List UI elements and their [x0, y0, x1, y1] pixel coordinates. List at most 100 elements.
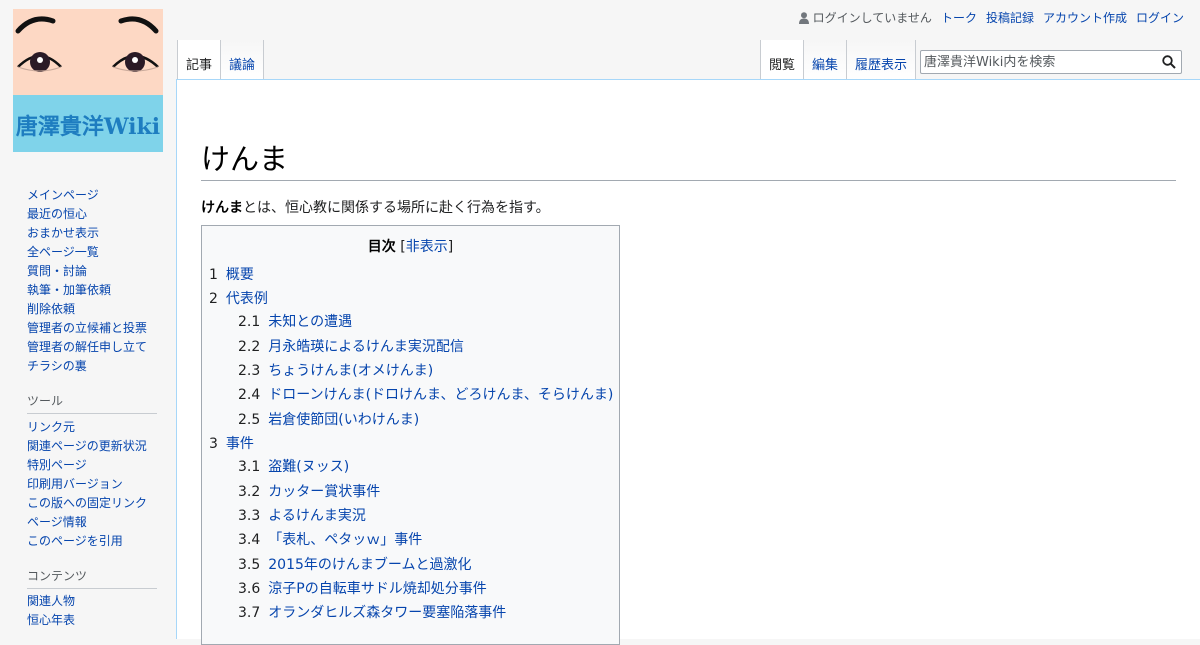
toc-item[interactable]: 3.7 オランダヒルズ森タワー要塞陥落事件: [238, 602, 506, 622]
tab-read[interactable]: 閲覧: [760, 40, 805, 80]
toc-item[interactable]: 2.4 ドローンけんま(ドロけんま、どろけんま、そらけんま): [238, 384, 613, 404]
sidebar-item-special-pages[interactable]: 特別ページ: [27, 456, 87, 473]
toc-item-number: 2.4: [238, 387, 261, 403]
site-logo[interactable]: 唐澤貴洋Wiki: [13, 9, 163, 152]
sidebar-item-main-page[interactable]: メインページ: [27, 186, 99, 203]
tab-read-label: 閲覧: [769, 58, 796, 73]
table-of-contents: 目次 [非表示] 1 概要 2 代表例 2.1 未知との遭遇 2.2 月永皓瑛によるけん…: [201, 225, 620, 645]
tab-article-label: 記事: [186, 58, 213, 73]
search-box: [920, 50, 1182, 74]
toc-item[interactable]: 3.2 カッター賞状事件: [238, 481, 380, 501]
toc-item-number: 3.5: [238, 557, 261, 573]
talk-link[interactable]: トーク: [941, 9, 977, 26]
sidebar-contents-heading: コンテンツ: [27, 567, 157, 589]
toc-item[interactable]: 2.2 月永皓瑛によるけんま実況配信: [238, 336, 464, 356]
toc-title: 目次: [367, 239, 396, 255]
sidebar-item-cite[interactable]: このページを引用: [27, 532, 123, 549]
toc-item-number: 2: [209, 291, 218, 307]
toc-item[interactable]: 3.3 よるけんま実況: [238, 505, 366, 525]
toc-header: 目次 [非表示]: [202, 236, 619, 256]
sidebar-item-related-changes[interactable]: 関連ページの更新状況: [27, 437, 147, 454]
sidebar-item-admin-removal[interactable]: 管理者の解任申し立て: [27, 338, 147, 355]
sidebar-item-recent-changes[interactable]: 最近の恒心: [27, 205, 87, 222]
toc-item-number: 2.2: [238, 339, 261, 355]
contributions-link[interactable]: 投稿記録: [986, 9, 1034, 26]
toc-item-link[interactable]: 岩倉使節団(いわけんま): [268, 412, 419, 428]
search-input[interactable]: [924, 52, 1154, 73]
sidebar-item-permalink[interactable]: この版への固定リンク: [27, 494, 147, 511]
toc-item[interactable]: 3.1 盗難(ヌッス): [238, 456, 349, 476]
search-icon[interactable]: [1162, 55, 1176, 69]
tab-discussion[interactable]: 議論: [221, 40, 265, 80]
sidebar-item-requests[interactable]: 執筆・加筆依頼: [27, 281, 111, 298]
tab-article[interactable]: 記事: [177, 40, 222, 80]
view-tabs: 閲覧 編集 履歴表示: [760, 40, 917, 80]
toc-item-number: 3.4: [238, 532, 261, 548]
toc-item-link[interactable]: 未知との遭遇: [268, 314, 352, 330]
toc-item-link[interactable]: オランダヒルズ森タワー要塞陥落事件: [268, 605, 506, 621]
toc-item-link[interactable]: 概要: [226, 267, 254, 283]
toc-item-link[interactable]: ドローンけんま(ドロけんま、どろけんま、そらけんま): [268, 387, 613, 403]
login-link[interactable]: ログイン: [1136, 9, 1184, 26]
page-title: けんま: [201, 136, 1176, 181]
sidebar-item-questions[interactable]: 質問・討論: [27, 262, 87, 279]
anon-text: ログインしていません: [812, 11, 932, 25]
toc-item-number: 3.2: [238, 484, 261, 500]
toc-item-number: 2.3: [238, 363, 261, 379]
sidebar-tools-heading: ツール: [27, 392, 157, 414]
toc-bracket-close: ]: [447, 239, 454, 255]
toc-item-link[interactable]: 涼子Pの自転車サドル焼却処分事件: [268, 581, 486, 597]
toc-item-number: 3.7: [238, 605, 261, 621]
toc-item-link[interactable]: 事件: [226, 436, 254, 452]
create-account-link[interactable]: アカウント作成: [1043, 9, 1127, 26]
toc-item-number: 3: [209, 436, 218, 452]
toc-item[interactable]: 2.1 未知との遭遇: [238, 311, 352, 331]
toc-item-link[interactable]: カッター賞状事件: [268, 484, 380, 500]
toc-item[interactable]: 3.4 「表札、ペタッｗ」事件: [238, 529, 422, 549]
intro-text: とは、恒心教に関係する場所に赴く行為を指す。: [243, 200, 550, 216]
toc-item-number: 3.3: [238, 508, 261, 524]
user-icon: [798, 11, 809, 24]
toc-item[interactable]: 1 概要: [209, 264, 254, 284]
toc-item-link[interactable]: 2015年のけんまブームと過激化: [268, 557, 471, 573]
logo-face-image: [13, 9, 163, 95]
toc-item-link[interactable]: ちょうけんま(オメけんま): [268, 363, 433, 379]
toc-item[interactable]: 3 事件: [209, 433, 254, 453]
tab-discussion-label[interactable]: 議論: [229, 54, 255, 73]
namespace-tabs: 記事 議論: [177, 40, 265, 80]
sidebar-item-printable[interactable]: 印刷用バージョン: [27, 475, 123, 492]
sidebar-item-random[interactable]: おまかせ表示: [27, 224, 99, 241]
personal-tools: ログインしていません トーク 投稿記録 アカウント作成 ログイン: [798, 9, 1184, 26]
toc-item[interactable]: 3.6 涼子Pの自転車サドル焼却処分事件: [238, 578, 487, 598]
toc-item-link[interactable]: 「表札、ペタッｗ」事件: [268, 532, 422, 548]
logo-text: 唐澤貴洋Wiki: [15, 114, 161, 140]
toc-hide-link[interactable]: 非表示: [406, 239, 448, 255]
toc-item-link[interactable]: 盗難(ヌッス): [268, 459, 349, 475]
tab-history[interactable]: 履歴表示: [847, 40, 917, 80]
intro-bold-term: けんま: [201, 200, 243, 216]
tab-history-label[interactable]: 履歴表示: [855, 54, 907, 73]
tab-edit-label[interactable]: 編集: [812, 54, 838, 73]
toc-item-link[interactable]: 月永皓瑛によるけんま実況配信: [268, 339, 464, 355]
sidebar-item-timeline[interactable]: 恒心年表: [27, 611, 75, 628]
tab-edit[interactable]: 編集: [804, 40, 848, 80]
toc-item-number: 2.1: [238, 314, 261, 330]
sidebar-item-misc[interactable]: チラシの裏: [27, 357, 87, 374]
toc-item[interactable]: 2.5 岩倉使節団(いわけんま): [238, 409, 419, 429]
toc-item-number: 3.6: [238, 581, 261, 597]
logo-text-band: 唐澤貴洋Wiki: [13, 95, 163, 152]
toc-item[interactable]: 2 代表例: [209, 288, 268, 308]
sidebar-item-whatlinkshere[interactable]: リンク元: [27, 418, 75, 435]
toc-item-link[interactable]: よるけんま実況: [268, 508, 366, 524]
sidebar-item-admin-election[interactable]: 管理者の立候補と投票: [27, 319, 147, 336]
toc-item[interactable]: 3.5 2015年のけんまブームと過激化: [238, 554, 471, 574]
sidebar-item-deletion[interactable]: 削除依頼: [27, 300, 75, 317]
toc-item-number: 3.1: [238, 459, 261, 475]
sidebar-item-people[interactable]: 関連人物: [27, 592, 75, 609]
sidebar-item-page-info[interactable]: ページ情報: [27, 513, 87, 530]
toc-item-link[interactable]: 代表例: [226, 291, 268, 307]
toc-item[interactable]: 2.3 ちょうけんま(オメけんま): [238, 360, 433, 380]
toc-toggle: [非表示]: [400, 239, 453, 255]
sidebar-item-all-pages[interactable]: 全ページ一覧: [27, 243, 99, 260]
anon-status: ログインしていません: [798, 9, 932, 26]
